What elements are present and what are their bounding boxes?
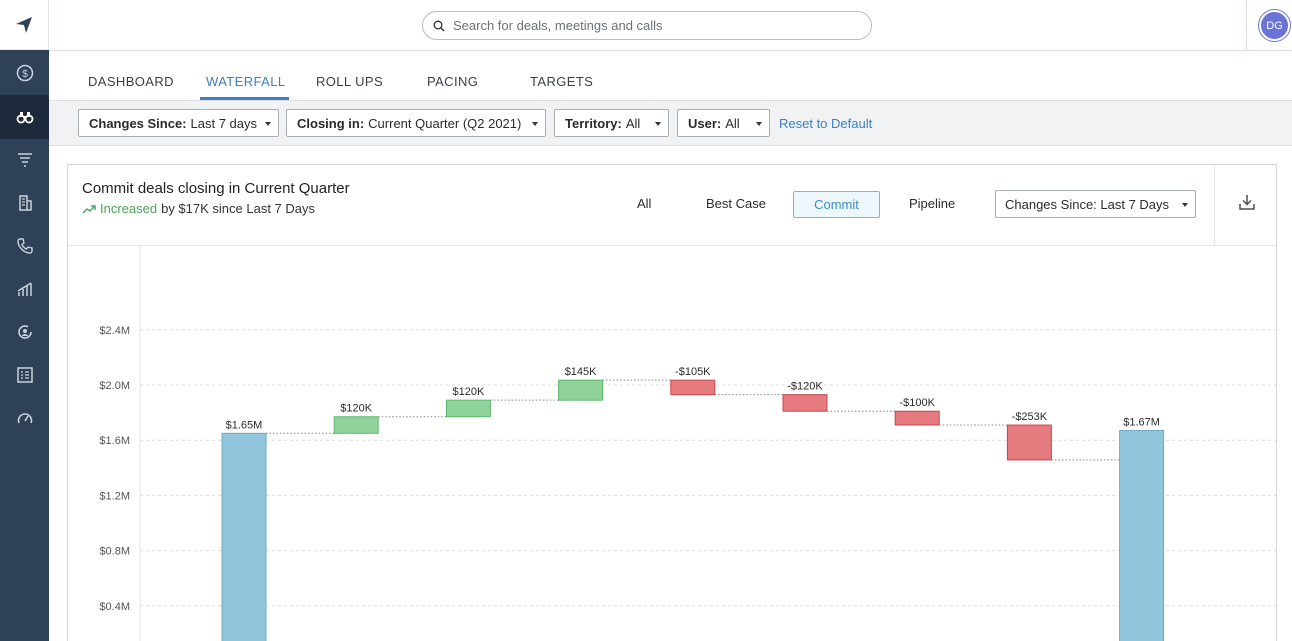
card-header: Commit deals closing in Current Quarter … <box>68 165 1276 246</box>
search-icon <box>433 20 445 31</box>
dropdown-value: Changes Since: Last 7 Days <box>1005 196 1170 212</box>
bar-value-label: -$253K <box>1012 411 1048 423</box>
y-tick-label: $0.4M <box>99 601 130 613</box>
phone-icon <box>16 238 33 254</box>
header-divider <box>1214 165 1215 245</box>
speedometer-icon <box>17 413 32 424</box>
app-logo[interactable] <box>0 0 49 50</box>
category-tab-best-case[interactable]: Best Case <box>706 196 766 211</box>
waterfall-bar <box>445 399 491 418</box>
bar-value-label: -$120K <box>787 381 823 393</box>
trend-up-icon <box>82 204 96 213</box>
nav-waterfall[interactable] <box>0 95 49 139</box>
category-tab-all[interactable]: All <box>637 196 651 211</box>
bar-chart-icon <box>17 282 32 296</box>
y-tick-label: $2.0M <box>99 380 130 392</box>
increase-detail: by $17K since Last 7 Days <box>161 201 316 216</box>
filter-key: Territory: <box>565 115 622 131</box>
territory-filter[interactable]: Territory: All <box>554 109 669 137</box>
user-avatar[interactable]: DG <box>1259 10 1290 41</box>
filter-key: Changes Since: <box>89 115 187 131</box>
caret-down-icon <box>756 122 762 126</box>
download-icon[interactable] <box>1238 193 1256 211</box>
nav-calls[interactable] <box>0 224 49 268</box>
bar-value-label: $1.67M <box>1123 417 1160 429</box>
bar-value-label: $120K <box>452 386 484 398</box>
waterfall-bar <box>221 432 267 641</box>
changes-since-dropdown[interactable]: Changes Since: Last 7 Days <box>995 190 1196 218</box>
bar-value-label: $145K <box>565 366 597 378</box>
logo-arrow-icon <box>16 16 32 33</box>
tab-targets[interactable]: TARGETS <box>530 74 593 89</box>
y-tick-label: $2.4M <box>99 325 130 337</box>
report-list-icon <box>16 367 33 383</box>
waterfall-chart: $0.4M $0.8M $1.2M $1.6M $2.0M $2.4M $1.65M $120… <box>99 246 1276 641</box>
nav-activity[interactable] <box>0 310 49 354</box>
category-tab-pipeline[interactable]: Pipeline <box>909 196 955 211</box>
caret-down-icon <box>532 122 538 126</box>
top-bar: DG <box>49 0 1292 51</box>
waterfall-bar <box>782 394 828 412</box>
dollar-circle-icon: $ <box>16 64 33 82</box>
tab-dashboard[interactable]: DASHBOARD <box>88 74 174 89</box>
category-tab-commit[interactable]: Commit <box>793 191 880 218</box>
caret-down-icon <box>1182 203 1188 207</box>
svg-text:$: $ <box>22 69 28 80</box>
sidebar: $ <box>0 0 49 641</box>
waterfall-card: Commit deals closing in Current Quarter … <box>67 164 1277 641</box>
filter-key: User: <box>688 115 722 131</box>
search-box[interactable] <box>422 11 872 40</box>
filter-value: Last 7 days <box>190 115 258 131</box>
caret-down-icon <box>655 122 661 126</box>
bar-value-label: $1.65M <box>226 419 263 431</box>
waterfall-bar <box>1119 430 1165 641</box>
filter-value: All <box>625 115 641 131</box>
bar-value-label: -$100K <box>899 397 935 409</box>
reset-to-default-link[interactable]: Reset to Default <box>779 116 872 131</box>
changes-since-filter[interactable]: Changes Since: Last 7 days <box>78 109 279 137</box>
waterfall-bar <box>1006 424 1052 461</box>
filter-key: Closing in: <box>297 115 365 131</box>
increased-label: Increased <box>100 201 158 216</box>
waterfall-bar <box>894 410 940 426</box>
waterfall-bar <box>558 379 604 401</box>
building-icon <box>18 195 32 211</box>
funnel-icon <box>17 153 32 167</box>
binoculars-icon <box>16 112 33 124</box>
tab-waterfall[interactable]: WATERFALL <box>206 74 285 89</box>
tab-bar: DASHBOARD WATERFALL ROLL UPS PACING TARG… <box>49 52 1292 100</box>
y-tick-label: $1.2M <box>99 490 130 502</box>
nav-accounts[interactable] <box>0 181 49 225</box>
bar-value-label: $120K <box>340 403 372 415</box>
refresh-person-icon <box>17 325 32 339</box>
nav-deals[interactable]: $ <box>0 51 49 95</box>
caret-down-icon <box>265 122 271 126</box>
topbar-divider <box>1246 0 1247 51</box>
user-filter[interactable]: User: All <box>677 109 770 137</box>
tab-roll-ups[interactable]: ROLL UPS <box>316 74 383 89</box>
card-title: Commit deals closing in Current Quarter <box>82 180 350 197</box>
y-tick-label: $0.8M <box>99 546 130 558</box>
nav-pacing[interactable] <box>0 397 49 441</box>
waterfall-bar <box>670 379 716 396</box>
nav-reports[interactable] <box>0 353 49 397</box>
change-summary: Increased by $17K since Last 7 Days <box>82 201 315 216</box>
filter-value: All <box>725 115 740 131</box>
tab-pacing[interactable]: PACING <box>427 74 478 89</box>
search-input[interactable] <box>453 18 853 33</box>
filter-value: Current Quarter (Q2 2021) <box>368 115 522 131</box>
filter-bar: Changes Since: Last 7 days Closing in: Cur… <box>49 100 1292 146</box>
y-tick-label: $1.6M <box>99 435 130 447</box>
nav-funnel[interactable] <box>0 137 49 181</box>
closing-in-filter[interactable]: Closing in: Current Quarter (Q2 2021) <box>286 109 546 137</box>
bar-value-label: -$105K <box>675 366 711 378</box>
waterfall-bar <box>333 416 379 434</box>
nav-analytics[interactable] <box>0 267 49 311</box>
